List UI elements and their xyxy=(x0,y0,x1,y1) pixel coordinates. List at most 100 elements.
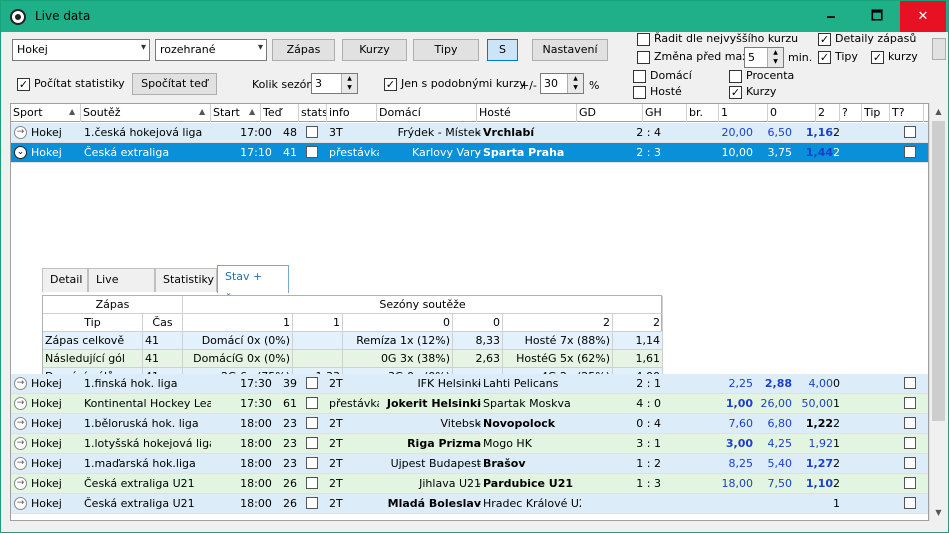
tab-live-kurzy[interactable]: Live kurzy xyxy=(88,268,155,308)
stats-checkbox[interactable] xyxy=(306,397,318,409)
cell-now: 26 xyxy=(283,497,297,510)
tab-statistiky[interactable]: Statistiky xyxy=(155,268,217,292)
notify-checkbox[interactable] xyxy=(904,126,916,138)
sport-select[interactable]: Hokej ▾ xyxy=(12,39,150,61)
stats-col-header: Tip xyxy=(43,314,143,332)
expand-icon[interactable]: → xyxy=(14,377,27,390)
spin-arrows-icon[interactable]: ▲ ▼ xyxy=(567,74,583,93)
notify-checkbox[interactable] xyxy=(904,397,916,409)
hoste-checkbox[interactable]: Hosté xyxy=(633,85,682,100)
stats-checkbox[interactable] xyxy=(306,497,318,509)
notify-checkbox[interactable] xyxy=(904,497,916,509)
scroll-down-icon[interactable]: ▼ xyxy=(930,504,947,521)
pocitat-checkbox[interactable]: ✓ Počítat statistiky xyxy=(17,77,125,92)
table-row[interactable]: → Hokej 1.finská hok. liga 17:30 39 2T IFK Hel… xyxy=(11,374,928,394)
collapse-icon[interactable]: ⌄ xyxy=(14,146,27,159)
close-icon[interactable]: ✕ xyxy=(900,1,946,32)
stats-checkbox[interactable] xyxy=(306,457,318,469)
spocitat-button[interactable]: Spočítat teď xyxy=(132,73,217,95)
expand-icon[interactable]: → xyxy=(14,126,27,139)
pm-spinner[interactable]: 30 ▲ ▼ xyxy=(540,73,584,94)
cell-home: Riga Prizma xyxy=(407,437,481,450)
notify-checkbox[interactable] xyxy=(904,377,916,389)
cell-away: Mogo HK xyxy=(483,437,532,450)
spin-arrows-icon[interactable]: ▲ ▼ xyxy=(341,74,357,93)
col-header[interactable]: Hosté xyxy=(477,104,577,122)
expand-icon[interactable]: → xyxy=(14,437,27,450)
detaily-checkbox[interactable]: ✓ Detaily zápasů xyxy=(818,32,916,47)
col-header[interactable]: br. xyxy=(687,104,719,122)
stats-checkbox[interactable] xyxy=(306,437,318,449)
stats-checkbox[interactable] xyxy=(306,377,318,389)
kurzy-checkbox[interactable]: ✓ kurzy xyxy=(871,50,918,65)
notify-checkbox[interactable] xyxy=(904,477,916,489)
col-header[interactable]: Tip xyxy=(862,104,890,122)
col-header[interactable]: Domácí xyxy=(377,104,477,122)
table-row[interactable]: ⌄ Hokej Česká extraliga 17:10 41 přestávka Kar… xyxy=(11,143,928,163)
expand-icon[interactable]: → xyxy=(14,477,27,490)
domaci-checkbox[interactable]: Domácí xyxy=(633,69,692,84)
score-separator: - xyxy=(477,417,481,430)
kurzy2-checkbox[interactable]: ✓ Kurzy xyxy=(729,85,776,100)
scroll-thumb[interactable] xyxy=(932,121,945,421)
table-row[interactable]: → Hokej 1.lotyšská hokejová liga 18:00 23 2T R… xyxy=(11,434,928,454)
zapas-button[interactable]: Zápas xyxy=(272,39,335,61)
spin-arrows-icon[interactable]: ▲ ▼ xyxy=(767,48,783,67)
col-header[interactable]: info xyxy=(327,104,377,122)
col-header[interactable]: GD xyxy=(577,104,643,122)
stats-checkbox[interactable] xyxy=(306,477,318,489)
tab-stav-as[interactable]: Stav + čas xyxy=(217,265,289,305)
scroll-up-icon[interactable]: ▲ xyxy=(930,103,947,120)
stats-checkbox[interactable] xyxy=(306,417,318,429)
stats-col-header: 0 xyxy=(453,314,503,332)
cell-o2: 1,16 xyxy=(805,126,833,139)
title-bar[interactable]: Live data 🗕 🗖 ✕ xyxy=(1,1,948,32)
vertical-scrollbar[interactable]: ▲ ▼ xyxy=(929,103,946,521)
col-header[interactable]: ? xyxy=(840,104,862,122)
filter-select[interactable]: rozehrané ▾ xyxy=(155,39,267,61)
table-row[interactable]: → Hokej 1.maďarská hok.liga 18:00 23 2T Ujpest… xyxy=(11,454,928,474)
nastaveni-button[interactable]: Nastavení xyxy=(532,39,608,61)
notify-checkbox[interactable] xyxy=(904,146,916,158)
kolik-spinner[interactable]: 3 ▲ ▼ xyxy=(311,73,358,94)
col-header[interactable]: stats xyxy=(299,104,327,122)
col-header[interactable]: GH xyxy=(643,104,687,122)
extra-button[interactable] xyxy=(932,38,946,60)
col-header[interactable]: 2 xyxy=(816,104,840,122)
expand-icon[interactable]: → xyxy=(14,397,27,410)
kurzy-button[interactable]: Kurzy xyxy=(342,39,407,61)
table-row[interactable]: → Hokej Kontinental Hockey League 17:30 61 př… xyxy=(11,394,928,414)
col-header[interactable]: 0 xyxy=(768,104,816,122)
col-header[interactable]: 1 xyxy=(719,104,768,122)
table-row[interactable]: → Hokej 1.česká hokejová liga 17:00 48 3T Frýd… xyxy=(11,123,928,143)
expand-icon[interactable]: → xyxy=(14,417,27,430)
procenta-checkbox[interactable]: Procenta xyxy=(729,69,794,84)
col-header[interactable]: T? xyxy=(890,104,924,122)
zmena-spinner[interactable]: 5 ▲ ▼ xyxy=(744,47,784,68)
tipy-button[interactable]: Tipy xyxy=(413,39,479,61)
radit-checkbox[interactable]: Řadit dle nejvyššího kurzu xyxy=(637,32,798,47)
notify-checkbox[interactable] xyxy=(904,437,916,449)
minimize-icon[interactable]: 🗕 xyxy=(808,1,854,32)
table-row[interactable]: → Hokej Česká extraliga U21 18:00 26 2T Mladá … xyxy=(11,494,928,514)
podobne-checkbox[interactable]: ✓ Jen s podobnými kurzy xyxy=(384,77,526,92)
pocitat-label: Počítat statistiky xyxy=(34,77,125,90)
cell-o2: 1,10 xyxy=(805,477,833,490)
expand-icon[interactable]: → xyxy=(14,497,27,510)
stats-checkbox[interactable] xyxy=(306,126,318,138)
notify-checkbox[interactable] xyxy=(904,457,916,469)
col-header[interactable]: Teď xyxy=(261,104,299,122)
expand-icon[interactable]: → xyxy=(14,457,27,470)
maximize-icon[interactable]: 🗖 xyxy=(854,1,900,32)
tab-detail[interactable]: Detail xyxy=(42,268,88,292)
cell-o1: 10,00 xyxy=(721,146,754,159)
table-row[interactable]: → Hokej 1.běloruská hok. liga 18:00 23 2T Vite… xyxy=(11,414,928,434)
s-button[interactable]: S xyxy=(487,39,518,61)
table-row[interactable]: → Hokej Česká extraliga U21 18:00 26 2T Jihlav… xyxy=(11,474,928,494)
zmena-unit: min. xyxy=(788,51,813,64)
tipy-checkbox[interactable]: ✓ Tipy xyxy=(818,50,858,65)
zmena-checkbox[interactable]: Změna před max. xyxy=(637,50,752,65)
stats-checkbox[interactable] xyxy=(306,146,318,158)
col-header[interactable]: Soutěž xyxy=(81,104,211,122)
notify-checkbox[interactable] xyxy=(904,417,916,429)
